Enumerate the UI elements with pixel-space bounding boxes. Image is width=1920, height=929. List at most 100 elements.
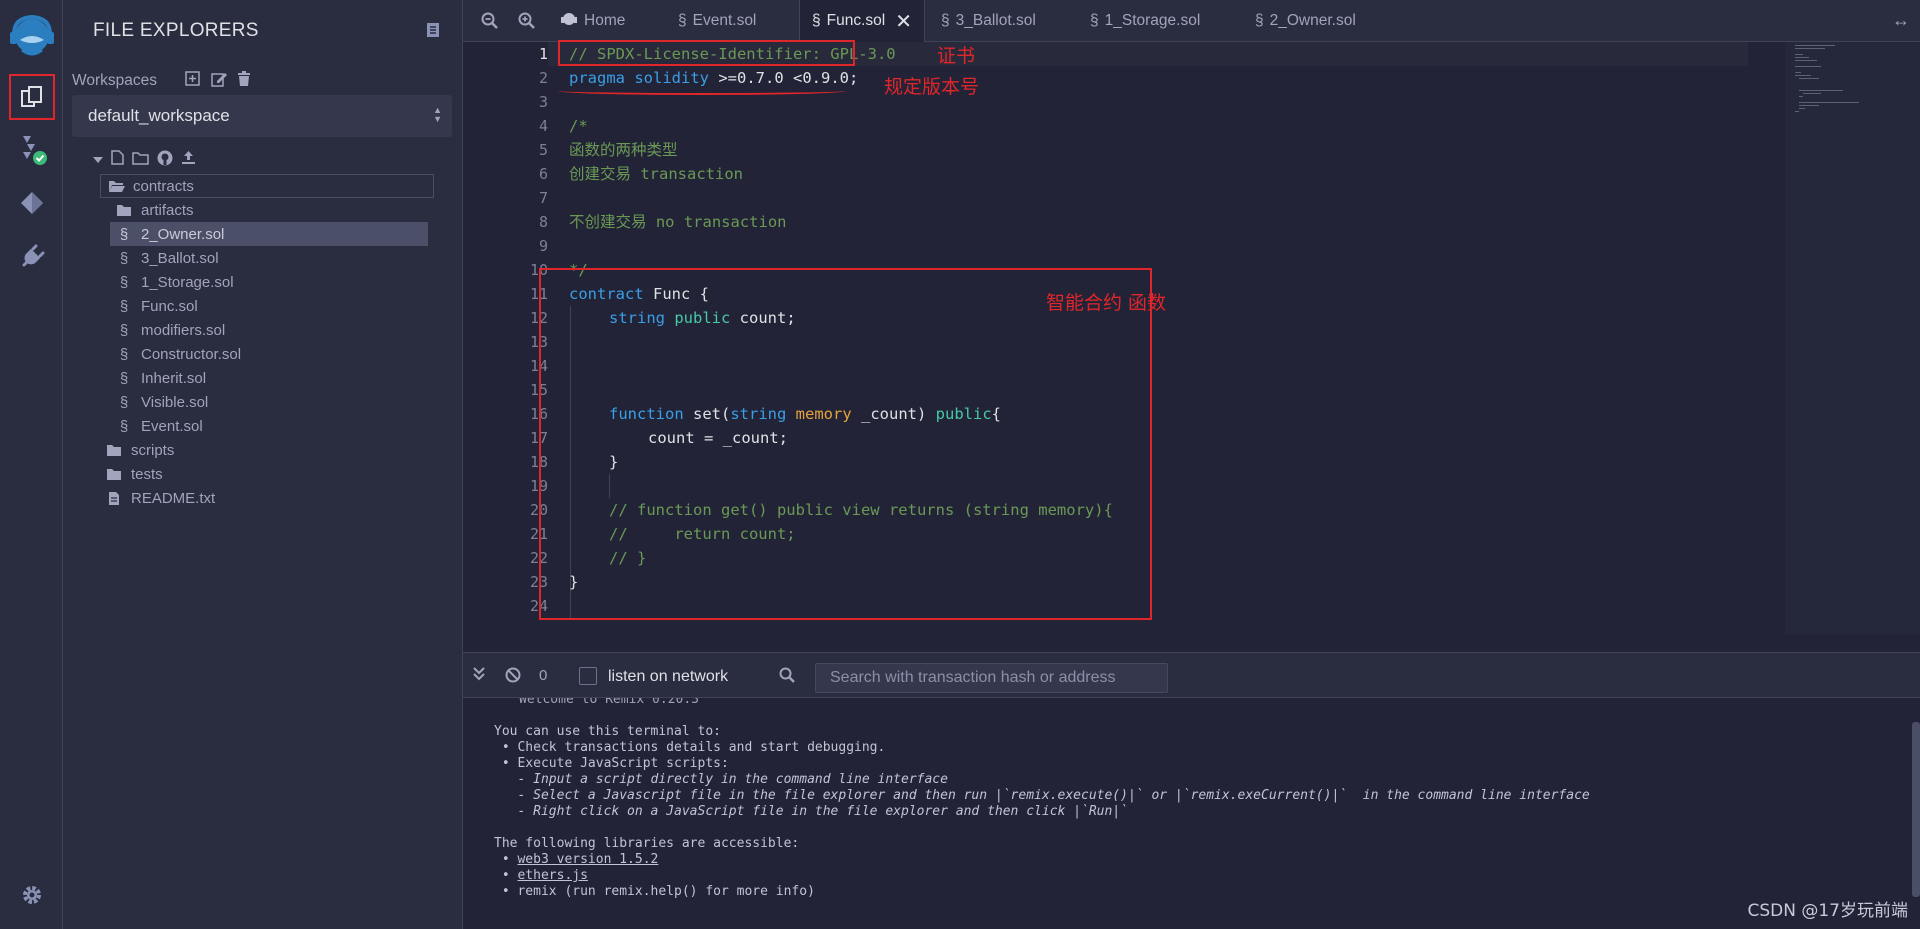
terminal-output[interactable]: Welcome to Remix 0.20.3 You can use this… [463,698,1920,929]
file-label: 2_Owner.sol [141,225,225,243]
folder-contracts[interactable]: contracts [100,174,434,198]
annotation-license: 证书 [937,45,976,67]
new-file-icon[interactable] [111,150,124,170]
expand-arrows-icon[interactable]: ↔ [1892,10,1910,31]
line-number: 6 [538,165,548,183]
listen-network-checkbox[interactable] [579,667,597,685]
settings-button[interactable] [0,870,63,920]
file-readme[interactable]: README.txt [105,486,215,510]
workspace-select[interactable]: default_workspace ▲ ▼ [72,95,452,137]
zoom-out-icon[interactable] [481,12,498,34]
line-number: 23 [529,573,548,591]
remix-logo-icon[interactable] [0,8,63,62]
code-comment: /* [569,117,588,135]
file-item[interactable]: § Inherit.sol [115,366,206,390]
line-number: 14 [529,357,548,375]
tab-storage-sol[interactable]: § 1_Storage.sol [1090,0,1200,42]
terminal-toolbar: 0 listen on network [463,652,1920,698]
upload-icon[interactable] [181,150,196,170]
line-number: 1 [538,45,548,63]
line-number: 18 [529,453,548,471]
file-label: 3_Ballot.sol [141,249,219,267]
solidity-file-icon: § [678,12,687,29]
solidity-file-icon: § [119,249,129,267]
web3-link[interactable]: web3 version 1.5.2 [517,852,658,867]
tab-ballot-sol[interactable]: § 3_Ballot.sol [941,0,1036,42]
line-number: 4 [538,117,548,135]
line-number: 3 [538,93,548,111]
file-explorer-tab-button[interactable] [0,72,63,122]
code-line: 不创建交易 no transaction [569,210,786,234]
solidity-file-icon: § [1090,12,1099,29]
file-label: README.txt [131,489,216,507]
line-number: 12 [529,309,548,327]
file-item[interactable]: § modifiers.sol [115,318,225,342]
tab-event-sol[interactable]: § Event.sol [678,0,756,42]
file-item[interactable]: § Event.sol [115,414,203,438]
clear-console-icon[interactable] [505,667,521,688]
folder-artifacts[interactable]: artifacts [115,198,194,222]
annotation-underline [558,87,846,95]
folder-tests[interactable]: tests [105,462,163,486]
listen-network-label: listen on network [608,668,729,685]
file-label: Constructor.sol [141,345,242,363]
file-item[interactable]: § Func.sol [115,294,198,318]
bullet: • [494,868,518,883]
home-icon [560,11,578,32]
tab-func-sol[interactable]: § Func.sol ✕ [799,0,925,42]
file-explorer-panel: FILE EXPLORERS Workspaces default_worksp… [63,0,463,929]
close-tab-icon[interactable]: ✕ [895,9,912,34]
github-icon[interactable] [157,150,173,171]
zoom-in-icon[interactable] [518,12,535,34]
file-item[interactable]: § 2_Owner.sol [110,222,428,246]
terminal-scrollbar[interactable] [1912,722,1920,897]
search-icon [779,667,795,688]
code-comment: 创建交易 transaction [569,165,743,183]
file-item[interactable]: § 1_Storage.sol [115,270,234,294]
delete-workspace-icon[interactable] [237,71,251,92]
tab-owner-sol[interactable]: § 2_Owner.sol [1255,0,1356,42]
solidity-file-icon: § [119,417,129,435]
create-workspace-icon[interactable] [185,71,200,91]
solidity-file-icon: § [119,321,129,339]
line-number: 9 [538,237,548,255]
line-number: 17 [529,429,548,447]
solidity-file-icon: § [119,297,129,315]
transaction-search-input[interactable] [815,663,1168,693]
folder-scripts[interactable]: scripts [105,438,174,462]
select-arrows-icon: ▲ ▼ [433,105,442,124]
editor-tab-bar: Home § Event.sol § Func.sol ✕ § 3_Ballot… [463,0,1920,42]
file-item[interactable]: § Constructor.sol [115,342,241,366]
solidity-compiler-tab-button[interactable] [0,124,63,174]
file-item[interactable]: § Visible.sol [115,390,208,414]
solidity-file-icon: § [119,393,129,411]
ethereum-icon [20,192,43,214]
documentation-icon[interactable] [426,22,440,43]
folder-icon [105,468,123,481]
new-folder-icon[interactable] [132,151,149,170]
solidity-file-icon: § [119,273,129,291]
caret-down-icon[interactable] [93,151,103,169]
watermark: CSDN @17岁玩前端 [1747,901,1908,921]
tab-home[interactable]: Home [560,0,625,42]
annotation-box-contract [539,268,1152,620]
editor-minimap[interactable] [1785,42,1920,635]
plugin-manager-button[interactable] [0,232,63,282]
solidity-file-icon: § [119,345,129,363]
file-label: Inherit.sol [141,369,207,387]
line-number: 11 [529,285,548,303]
chevron-double-down-icon[interactable] [473,667,485,686]
code-line: 函数的两种类型 [569,138,678,162]
line-number: 16 [529,405,548,423]
deploy-run-tab-button[interactable] [0,178,63,228]
line-number: 19 [529,477,548,495]
folder-icon [105,444,123,457]
solidity-file-icon: § [1255,12,1264,29]
file-item[interactable]: § 3_Ballot.sol [115,246,219,270]
terminal-line: You can use this terminal to: [494,724,721,739]
line-number: 8 [538,213,548,231]
rename-workspace-icon[interactable] [211,71,228,92]
ethers-link[interactable]: ethers.js [517,868,587,883]
file-label: 1_Storage.sol [141,273,234,291]
annotation-version: 规定版本号 [884,76,980,98]
